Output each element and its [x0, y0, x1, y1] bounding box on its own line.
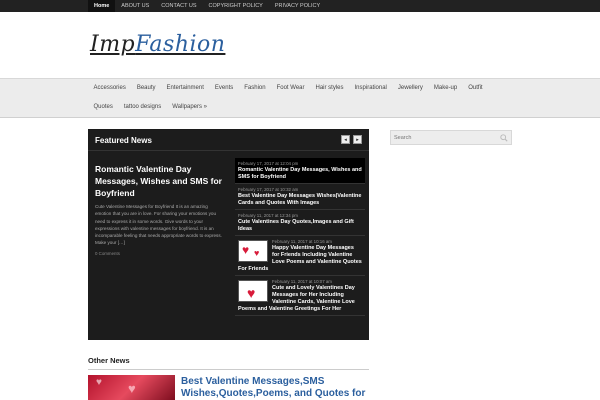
- featured-heading: Featured News: [95, 136, 152, 145]
- topnav-privacy[interactable]: PRIVACY POLICY: [269, 0, 326, 12]
- story-item[interactable]: ♥ ♥ February 11, 2017 at 10:16 am Happy …: [235, 236, 365, 276]
- story-title: Romantic Valentine Day Messages, Wishes …: [238, 167, 362, 180]
- nav-accessories[interactable]: Accessories: [88, 79, 131, 98]
- nav-outfit[interactable]: Outfit: [463, 79, 488, 98]
- featured-news-slider: Featured News ◂ ▸ Romantic Valentine Day…: [88, 129, 369, 340]
- heart-icon: ♥: [254, 248, 260, 258]
- search-input[interactable]: [394, 133, 494, 142]
- heart-icon: ♥: [96, 377, 102, 388]
- topnav-contact[interactable]: CONTACT US: [155, 0, 202, 12]
- nav-tattoo-designs[interactable]: tattoo designs: [118, 98, 166, 117]
- search-icon[interactable]: [500, 134, 508, 142]
- nav-entertainment[interactable]: Entertainment: [161, 79, 209, 98]
- topnav-home[interactable]: Home: [88, 0, 116, 12]
- nav-quotes[interactable]: Quotes: [88, 98, 118, 117]
- nav-make-up[interactable]: Make-up: [428, 79, 462, 98]
- slider-prev-button[interactable]: ◂: [341, 135, 350, 144]
- story-item[interactable]: February 11, 2017 at 12:34 pm Cute Valen…: [235, 210, 365, 236]
- story-date: February 17, 2017 at 12:04 pm: [238, 161, 299, 166]
- story-title: Cute Valentines Day Quotes,Images and Gi…: [238, 219, 354, 232]
- topnav-about[interactable]: ABOUT US: [115, 0, 155, 12]
- logo-part-2: Fashion: [135, 32, 226, 57]
- story-thumbnail: ♥: [238, 280, 268, 302]
- nav-wallpapers[interactable]: Wallpapers »: [167, 98, 213, 117]
- story-date: February 11, 2017 at 12:34 pm: [238, 213, 298, 218]
- nav-beauty[interactable]: Beauty: [131, 79, 161, 98]
- search-box: [390, 130, 512, 145]
- other-news-heading: Other News: [88, 356, 130, 365]
- other-news-thumbnail[interactable]: ♥ ♥: [88, 375, 175, 400]
- site-logo[interactable]: ImpFashion: [90, 32, 225, 57]
- story-item[interactable]: February 17, 2017 at 10:32 am Best Valen…: [235, 184, 365, 210]
- nav-foot-wear[interactable]: Foot Wear: [271, 79, 310, 98]
- heart-icon: ♥: [128, 381, 136, 396]
- site-header: ImpFashion: [0, 12, 600, 78]
- nav-fashion[interactable]: Fashion: [239, 79, 271, 98]
- nav-hair-styles[interactable]: Hair styles: [310, 79, 349, 98]
- featured-story-list: February 17, 2017 at 12:04 pm Romantic V…: [235, 158, 365, 316]
- slider-next-button[interactable]: ▸: [353, 135, 362, 144]
- nav-jewellery[interactable]: Jewellery: [392, 79, 428, 98]
- main-story-excerpt: Cute Valentine Messages for Boyfriend It…: [95, 204, 222, 246]
- nav-events[interactable]: Events: [209, 79, 238, 98]
- heart-icon: ♥: [242, 243, 250, 257]
- nav-inspirational[interactable]: Inspirational: [349, 79, 392, 98]
- story-title: Best Valentine Day Messages Wishes|Valen…: [238, 193, 362, 206]
- featured-divider: [88, 150, 369, 151]
- story-thumbnail: ♥ ♥: [238, 240, 268, 262]
- topnav-copyright[interactable]: COPYRIGHT POLICY: [203, 0, 269, 12]
- main-navigation: Accessories Beauty Entertainment Events …: [0, 78, 600, 118]
- main-story-comments[interactable]: 0 Comments: [95, 251, 120, 256]
- other-news-divider: [88, 369, 369, 370]
- story-date: February 17, 2017 at 10:32 am: [238, 187, 299, 192]
- other-news-title[interactable]: Best Valentine Messages,SMS Wishes,Quote…: [181, 376, 381, 400]
- story-item[interactable]: February 17, 2017 at 12:04 pm Romantic V…: [235, 158, 365, 184]
- story-item[interactable]: ♥ February 11, 2017 at 10:07 am Cute and…: [235, 276, 365, 316]
- top-navigation: Home ABOUT US CONTACT US COPYRIGHT POLIC…: [88, 0, 326, 12]
- heart-icon: ♥: [247, 285, 256, 301]
- main-story-title[interactable]: Romantic Valentine Day Messages, Wishes …: [95, 163, 225, 199]
- logo-part-1: Imp: [90, 32, 136, 57]
